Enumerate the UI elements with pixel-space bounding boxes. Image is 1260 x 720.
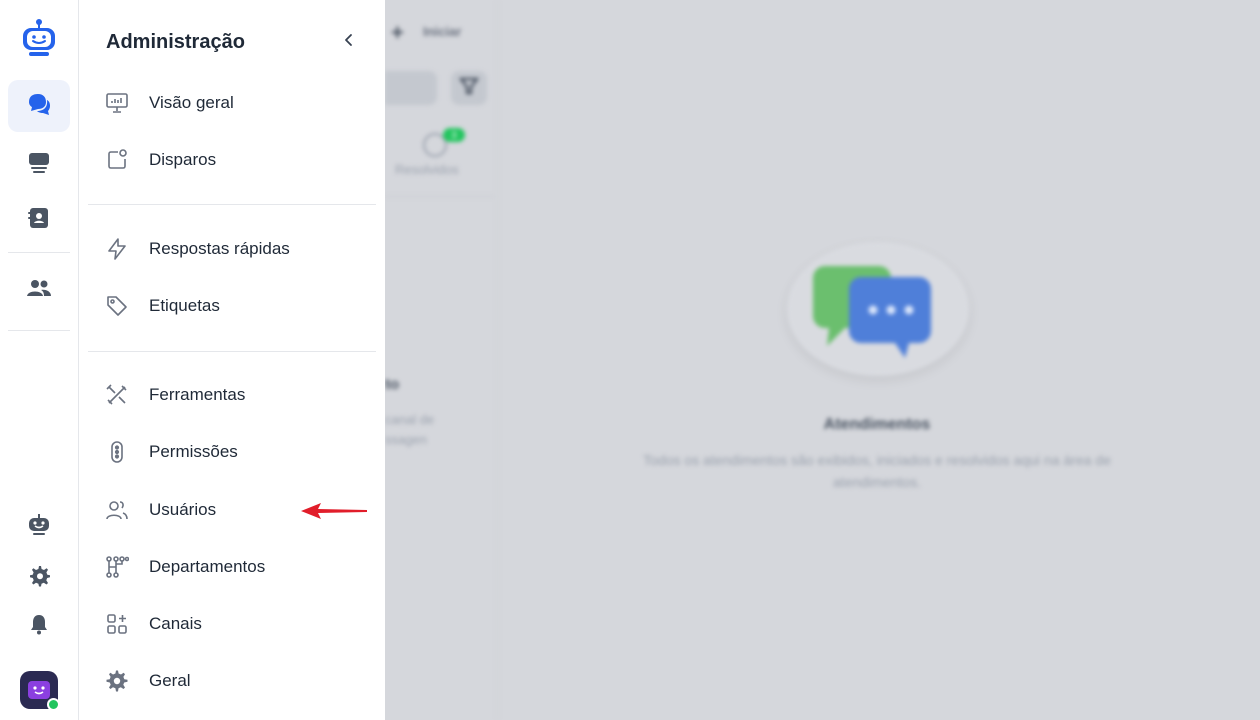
menu-item-ferramentas[interactable]: Ferramentas bbox=[97, 373, 377, 417]
rail-bot-button[interactable] bbox=[8, 500, 70, 552]
chevron-left-icon bbox=[342, 33, 356, 52]
resolved-count-badge: 3 bbox=[443, 128, 465, 142]
filter-button[interactable] bbox=[451, 71, 487, 105]
toggle-dots-icon bbox=[105, 439, 143, 465]
menu-item-etiquetas[interactable]: Etiquetas bbox=[97, 284, 377, 328]
menu-item-visao-geral[interactable]: Visão geral bbox=[97, 81, 377, 125]
rail-settings-button[interactable] bbox=[8, 552, 70, 604]
rail-team-button[interactable] bbox=[8, 264, 70, 316]
panel-title: Administração bbox=[106, 31, 245, 53]
tabs-divider bbox=[385, 196, 495, 197]
menu-item-permissoes[interactable]: Permissões bbox=[97, 430, 377, 474]
presentation-chart-icon bbox=[105, 90, 143, 116]
empty-state-description: Todos os atendimentos são exibidos, inic… bbox=[643, 452, 1111, 490]
bot-icon bbox=[27, 512, 51, 541]
chat-icon bbox=[26, 91, 52, 122]
menu-item-departamentos[interactable]: Departamentos bbox=[97, 545, 377, 589]
annotation-arrow-icon bbox=[301, 501, 369, 526]
broadcast-icon bbox=[105, 147, 143, 173]
collapse-panel-button[interactable] bbox=[337, 30, 361, 54]
menu-item-canais[interactable]: Canais bbox=[97, 602, 377, 646]
tag-icon bbox=[105, 293, 143, 319]
users-group-icon bbox=[26, 276, 52, 305]
settings-icon bbox=[105, 668, 143, 694]
rail-notifications-button[interactable] bbox=[8, 600, 70, 652]
list-empty-desc-fragment: canal de ssagen bbox=[385, 412, 435, 447]
column-divider bbox=[497, 0, 498, 720]
background-content: + Iniciar 3 Resolvidos to canal de ssage… bbox=[385, 0, 1260, 720]
grid-add-icon bbox=[105, 611, 143, 637]
menu-item-respostas-rapidas[interactable]: Respostas rápidas bbox=[97, 227, 377, 271]
users-icon bbox=[105, 497, 143, 523]
tab-resolved[interactable]: Resolvidos bbox=[395, 162, 459, 177]
hierarchy-icon bbox=[105, 554, 143, 580]
app-logo-icon[interactable] bbox=[19, 18, 59, 58]
lightning-icon bbox=[105, 236, 143, 262]
filter-icon bbox=[459, 76, 479, 101]
rail-contacts-button[interactable] bbox=[8, 194, 70, 246]
start-button-label[interactable]: Iniciar bbox=[423, 24, 461, 39]
rail-chat-button[interactable] bbox=[8, 80, 70, 132]
menu-item-geral[interactable]: Geral bbox=[97, 659, 377, 703]
tools-icon bbox=[105, 382, 143, 408]
menu-divider bbox=[88, 204, 376, 205]
gear-icon bbox=[27, 564, 51, 593]
empty-state-title: Atendimentos bbox=[823, 416, 931, 433]
rail-monitor-button[interactable] bbox=[8, 138, 70, 190]
admin-panel: Administração Visão geral Disparos Respo… bbox=[79, 0, 385, 720]
rail-divider bbox=[8, 252, 70, 253]
bell-icon bbox=[27, 612, 51, 641]
rail-divider bbox=[8, 330, 70, 331]
menu-item-disparos[interactable]: Disparos bbox=[97, 138, 377, 182]
list-empty-title-fragment: to bbox=[385, 376, 400, 393]
contacts-book-icon bbox=[27, 206, 51, 235]
chat-bubbles-icon bbox=[813, 266, 931, 358]
monitor-list-icon bbox=[27, 150, 51, 179]
avatar-bot-face-icon bbox=[28, 681, 50, 699]
plus-icon: + bbox=[391, 20, 404, 45]
menu-divider bbox=[88, 351, 376, 352]
user-avatar[interactable] bbox=[20, 671, 60, 711]
empty-state-illustration bbox=[787, 242, 969, 376]
icon-rail bbox=[0, 0, 79, 720]
online-status-dot bbox=[47, 698, 60, 711]
search-input[interactable] bbox=[385, 71, 437, 105]
